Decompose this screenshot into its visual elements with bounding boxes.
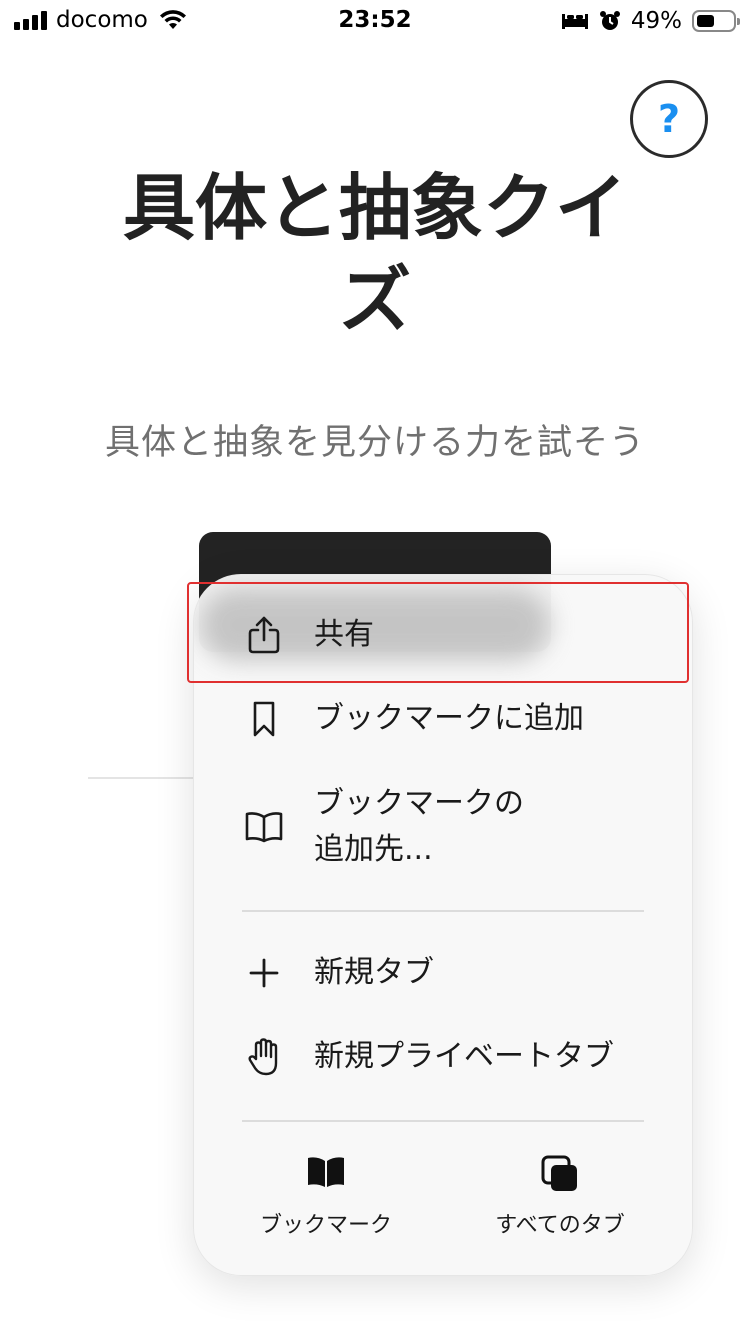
menu-item-label: 新規プライベートタブ — [314, 1039, 614, 1074]
selection-highlight — [187, 582, 689, 683]
status-bar: docomo 23:52 49% — [0, 0, 750, 40]
open-book-icon — [244, 807, 284, 847]
screen: docomo 23:52 49% ? 具体と抽象クイズ 具体と抽象を見分ける力を… — [0, 0, 750, 1334]
menu-separator — [242, 1120, 644, 1122]
status-right: 49% — [561, 8, 740, 34]
help-button[interactable]: ? — [630, 80, 708, 158]
menu-item-label: ブックマークの 追加先... — [314, 786, 524, 867]
page-title: 具体と抽象クイズ — [122, 166, 627, 342]
menu-item-add-bookmark-to[interactable]: ブックマークの 追加先... — [194, 779, 692, 875]
page-subtitle: 具体と抽象を見分ける力を試そう — [104, 423, 645, 463]
menu-item-add-bookmark[interactable]: ブックマークに追加 — [194, 691, 692, 747]
menu-item-label: 新規タブ — [314, 955, 434, 990]
menu-item-new-tab[interactable]: 新規タブ — [194, 945, 692, 1001]
menu-item-new-private-tab[interactable]: 新規プライベートタブ — [194, 1029, 692, 1085]
battery-percent: 49% — [630, 8, 682, 34]
menu-separator — [242, 910, 644, 912]
bookmarks-label: ブックマーク — [259, 1213, 392, 1238]
bookmarks-button[interactable]: ブックマーク — [226, 1155, 426, 1245]
all-tabs-button[interactable]: すべてのタブ — [460, 1155, 660, 1245]
battery-level — [697, 15, 714, 27]
all-tabs-label: すべてのタブ — [495, 1213, 625, 1238]
bookmarks-book-icon — [306, 1155, 346, 1195]
battery-icon — [692, 10, 740, 32]
sleep-icon — [561, 14, 588, 29]
tabs-icon — [540, 1155, 580, 1195]
plus-icon — [244, 953, 284, 993]
alarm-icon — [599, 11, 620, 30]
menu-item-label: ブックマークに追加 — [314, 701, 584, 736]
hand-icon — [244, 1037, 284, 1077]
bookmark-icon — [244, 699, 284, 739]
